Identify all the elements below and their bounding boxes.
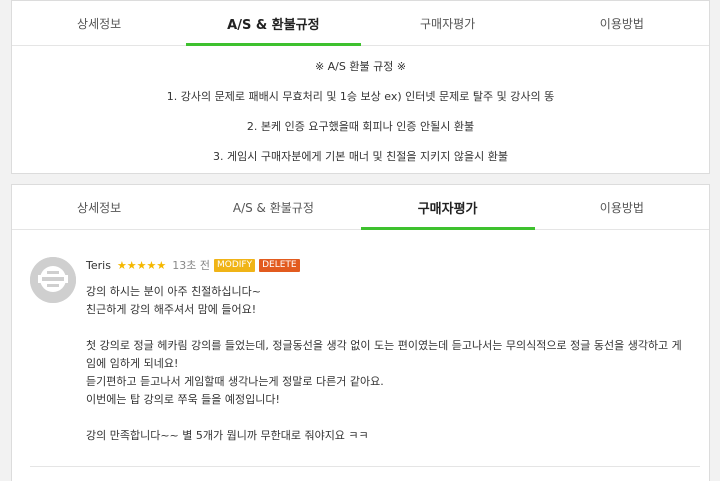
policy-title: ※ A/S 환불 규정 ※ [314, 60, 407, 73]
policy-line: 2. 본케 인증 요구했을때 회피나 인증 안될시 환불 [246, 120, 475, 133]
policy-line: 1. 강사의 문제로 패배시 무효처리 및 1승 보상 ex) 인터넷 문제로 … [166, 90, 555, 103]
review-line: 첫 강의로 정글 헤카림 강의를 들었는데, 정글동선을 생각 없이 도는 편이… [86, 339, 682, 352]
review-line [86, 319, 700, 337]
review-header: Teris ★★★★★ 13초 전 MODIFY DELETE [86, 255, 700, 275]
policy-line: 3. 게임시 구매자분에게 기본 매너 및 친절을 지키지 않을시 환불 [213, 150, 508, 163]
tab-reviews[interactable]: 구매자평가 [360, 185, 536, 230]
delete-button[interactable]: DELETE [259, 258, 300, 272]
policy-panel: 상세정보 A/S & 환불규정 구매자평가 이용방법 ※ A/S 환불 규정 ※… [11, 0, 710, 174]
tab-as-refund[interactable]: A/S & 환불규정 [186, 1, 361, 46]
reviews-panel: 상세정보 A/S & 환불규정 구매자평가 이용방법 Teris ★★★★★ 1… [11, 184, 710, 481]
bottom-tab-bar: 상세정보 A/S & 환불규정 구매자평가 이용방법 [12, 185, 709, 230]
review-line: 강의 하시는 분이 아주 친절하십니다~ [86, 285, 262, 298]
review-line: 친근하게 강의 해주셔서 맘에 들어요! [86, 303, 257, 316]
rating-stars-icon: ★★★★★ [116, 258, 167, 272]
tab-details[interactable]: 상세정보 [12, 1, 186, 45]
review-line: 강의 만족합니다~~ 별 5개가 뭡니까 무한대로 줘야지요 ㅋㅋ [86, 429, 369, 442]
review-time: 13초 전 [172, 259, 210, 272]
review-divider [30, 466, 700, 467]
review-line: 듣기편하고 듣고나서 게임할때 생각나는게 정말로 다른거 같아요. [86, 375, 384, 388]
avatar [30, 257, 76, 303]
top-tab-bar: 상세정보 A/S & 환불규정 구매자평가 이용방법 [12, 1, 709, 46]
review-line: 이번에는 탑 강의로 쭈욱 들을 예정입니다! [86, 393, 280, 406]
review-line [86, 409, 700, 427]
tab-details[interactable]: 상세정보 [12, 185, 186, 229]
tab-usage[interactable]: 이용방법 [535, 1, 709, 45]
review-author: Teris [86, 258, 111, 272]
tab-reviews[interactable]: 구매자평가 [361, 1, 535, 45]
modify-button[interactable]: MODIFY [213, 258, 256, 272]
review-body: Teris ★★★★★ 13초 전 MODIFY DELETE 강의 하시는 분… [86, 255, 700, 445]
tab-as-refund[interactable]: A/S & 환불규정 [186, 185, 360, 229]
default-user-icon [30, 257, 76, 303]
review-line: 임에 임하게 되네요! [86, 357, 179, 370]
review-text: 강의 하시는 분이 아주 친절하십니다~ 친근하게 강의 해주셔서 맘에 들어요… [86, 283, 700, 445]
tab-usage[interactable]: 이용방법 [535, 185, 709, 229]
refund-policy: ※ A/S 환불 규정 ※ 1. 강사의 문제로 패배시 무효처리 및 1승 보… [12, 58, 709, 166]
